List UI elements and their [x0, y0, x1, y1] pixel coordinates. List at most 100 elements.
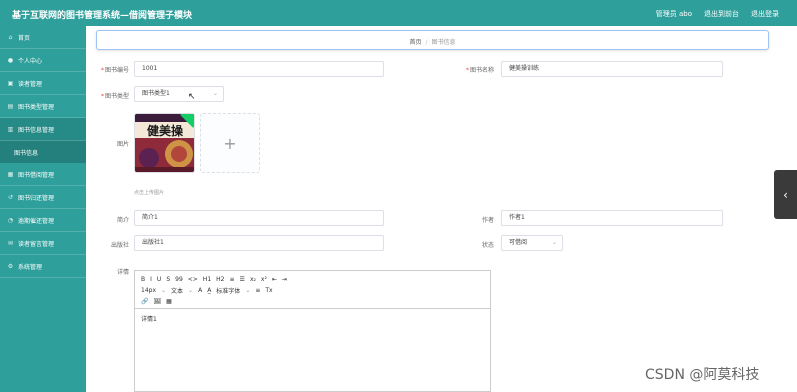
sidebar-item-label: 图书借阅管理 [18, 171, 55, 179]
sidebar-item-profile[interactable]: ● 个人中心 [0, 49, 86, 72]
book-no-input[interactable]: 1001 [134, 61, 384, 77]
app-title: 基于互联网的图书管理系统—借阅管理子模块 [12, 11, 193, 21]
book-cover-image: 健美操 [135, 114, 194, 172]
sidebar-item-label: 系统管理 [18, 263, 43, 271]
sidebar-item-label: 图书归还管理 [18, 194, 55, 202]
top-right-actions: 管理员 abo 退出到前台 退出登录 [656, 9, 779, 19]
user-icon: ● [7, 56, 14, 64]
exit-to-front-link[interactable]: 退出到前台 [704, 9, 739, 19]
reader-icon: ▣ [7, 79, 14, 87]
ordered-list-button[interactable]: ≡ [230, 276, 235, 283]
paragraph-select[interactable]: 文本 [171, 286, 183, 295]
mouse-cursor-icon: ↖ [188, 92, 196, 102]
sidebar-item-book-info[interactable]: ▥ 图书信息管理 [0, 118, 86, 141]
link-icon[interactable]: 🔗 [141, 298, 148, 305]
publisher-input[interactable]: 出版社1 [134, 235, 384, 251]
video-icon[interactable]: ▦ [166, 298, 172, 305]
sidebar-item-return[interactable]: ↺ 图书归还管理 [0, 186, 86, 209]
sidebar-item-book-types[interactable]: ▤ 图书类型管理 [0, 95, 86, 118]
background-color-button[interactable]: A̲ [207, 287, 211, 294]
admin-label: 管理员 abo [655, 10, 692, 18]
toolbar-row-3: 🔗 🖼 ▦ [135, 296, 490, 307]
breadcrumb-current: 图书信息 [431, 39, 456, 46]
sidebar-item-system[interactable]: ⚙ 系统管理 [0, 255, 86, 278]
editor-toolbar: B I U S 99 <> H1 H2 ≡ ☰ x₂ x² ⇤ ⇥ 14px ⌄ … [135, 271, 490, 309]
chevron-down-icon: ⌄ [212, 90, 218, 97]
sidebar-subitem-book-info[interactable]: 图书信息 [0, 141, 86, 163]
editor-body[interactable]: 详情1 [135, 309, 490, 328]
plus-icon: + [223, 133, 237, 153]
return-icon: ↺ [7, 193, 14, 201]
book-cover-title: 健美操 [147, 123, 184, 138]
main-content: 首页 / 图书信息 *图书编号 1001 *图书名称 健美操训练 *图书类型 图书类… [86, 26, 797, 392]
sidebar-item-label: 图书类型管理 [18, 103, 55, 111]
sidebar-item-borrow[interactable]: ▦ 图书借阅管理 [0, 163, 86, 186]
outdent-button[interactable]: ⇤ [272, 276, 277, 283]
strike-button[interactable]: S [166, 276, 170, 283]
sidebar-item-readers[interactable]: ▣ 读者管理 [0, 72, 86, 95]
underline-button[interactable]: U [157, 276, 161, 283]
sidebar-item-label: 首页 [18, 34, 31, 42]
book-type-select[interactable]: 图书类型1 ⌄ [134, 86, 224, 102]
cover-image-thumbnail[interactable]: 健美操 [134, 113, 195, 173]
book-no-label: *图书编号 [100, 67, 129, 74]
chevron-down-icon: ⌄ [551, 239, 557, 246]
breadcrumb-separator: / [425, 39, 428, 46]
borrow-icon: ▦ [7, 170, 14, 178]
home-icon: ⌂ [8, 33, 13, 41]
sidebar-item-home[interactable]: ⌂ 首页 [0, 26, 86, 49]
category-icon: ▤ [7, 102, 14, 110]
breadcrumb-home[interactable]: 首页 [409, 39, 421, 46]
sidebar-item-overdue[interactable]: ◔ 逾期催还管理 [0, 209, 86, 232]
sidebar-item-label: 图书信息管理 [18, 126, 55, 134]
superscript-button[interactable]: x² [261, 276, 267, 283]
add-image-button[interactable]: + [200, 113, 260, 173]
author-input[interactable]: 作者1 [501, 210, 723, 226]
font-size-select[interactable]: 14px [141, 287, 156, 294]
book-type-value: 图书类型1 [142, 90, 170, 97]
message-icon: ✉ [7, 239, 14, 247]
chevron-left-icon: ‹ [783, 187, 788, 202]
watermark: CSDN @阿莫科技 [645, 367, 760, 383]
image-icon[interactable]: 🖼 [153, 298, 161, 305]
toolbar-row-2: 14px ⌄ 文本 ⌄ A A̲ 标准字体 ⌄ ≡ Tx [141, 286, 273, 295]
logout-link[interactable]: 退出登录 [751, 9, 779, 19]
indent-button[interactable]: ⇥ [282, 276, 287, 283]
settings-icon: ⚙ [7, 262, 14, 270]
overdue-icon: ◔ [7, 216, 14, 224]
bullet-list-button[interactable]: ☰ [240, 276, 245, 283]
heading-1-button[interactable]: H1 [203, 276, 211, 283]
intro-input[interactable]: 简介1 [134, 210, 384, 226]
cover-label: 图片 [116, 141, 129, 148]
bold-button[interactable]: B [141, 276, 145, 283]
heading-2-button[interactable]: H2 [216, 276, 224, 283]
sidebar-item-label: 读者管理 [18, 80, 43, 88]
sidebar-item-label: 个人中心 [18, 57, 43, 65]
code-block-button[interactable]: <> [188, 276, 198, 283]
sidebar-item-label: 逾期催还管理 [18, 217, 55, 225]
detail-label: 详情 [116, 269, 129, 276]
sidebar-item-messages[interactable]: ✉ 读者留言管理 [0, 232, 86, 255]
status-select[interactable]: 可借阅 ⌄ [501, 235, 563, 251]
book-type-label: *图书类型 [100, 93, 129, 100]
upload-hint: 点击上传图片 [134, 190, 165, 196]
font-family-select[interactable]: 标准字体 [216, 286, 240, 295]
book-name-label: *图书名称 [465, 67, 494, 74]
clear-format-button[interactable]: Tx [265, 287, 272, 294]
top-bar: 基于互联网的图书管理系统—借阅管理子模块 管理员 abo 退出到前台 退出登录 [0, 0, 797, 26]
blockquote-button[interactable]: 99 [175, 276, 183, 283]
subscript-button[interactable]: x₂ [250, 276, 256, 283]
breadcrumb: 首页 / 图书信息 [96, 30, 769, 50]
book-icon: ▥ [7, 125, 14, 133]
sidebar: ⌂ 首页 ● 个人中心 ▣ 读者管理 ▤ 图书类型管理 ▥ 图书信息管理 图书信… [0, 26, 86, 392]
publisher-label: 出版社 [110, 242, 129, 249]
book-name-input[interactable]: 健美操训练 [501, 61, 723, 77]
status-value: 可借阅 [509, 239, 528, 246]
intro-label: 简介 [116, 217, 129, 224]
toolbar-row-1: B I U S 99 <> H1 H2 ≡ ☰ x₂ x² ⇤ ⇥ [135, 274, 490, 285]
italic-button[interactable]: I [150, 276, 152, 283]
collapse-panel-button[interactable]: ‹ [774, 170, 797, 219]
font-color-button[interactable]: A [198, 287, 202, 294]
author-label: 作者 [481, 217, 494, 224]
align-button[interactable]: ≡ [255, 287, 260, 294]
